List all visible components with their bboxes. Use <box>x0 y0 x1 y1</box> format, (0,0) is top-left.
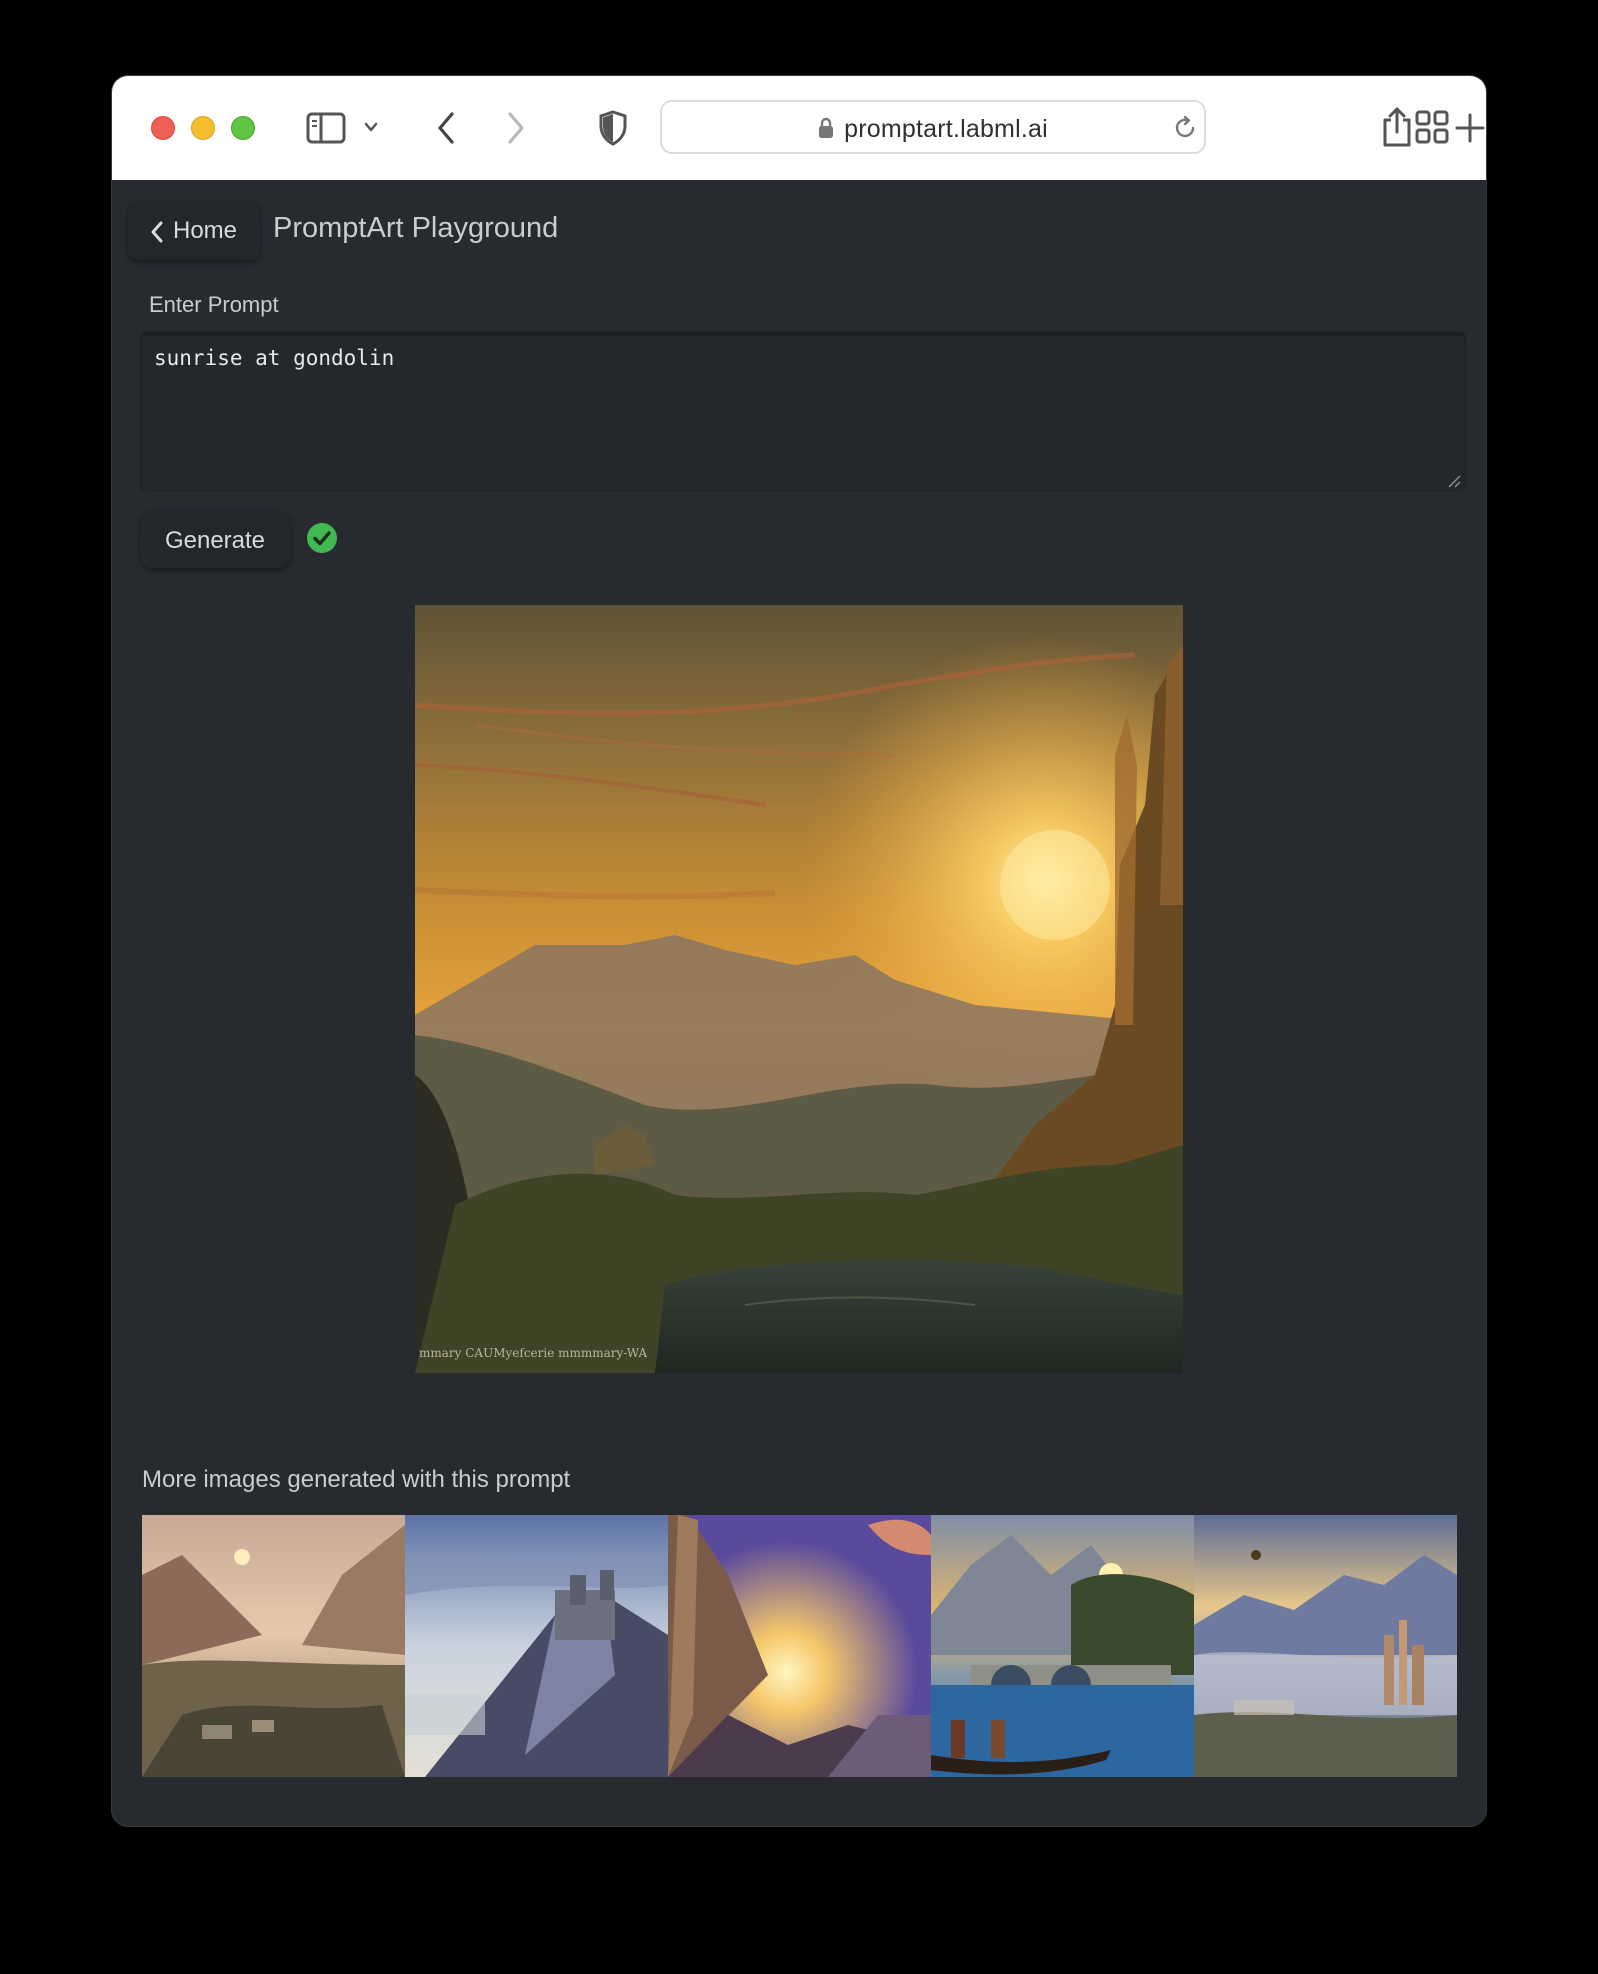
thumbnail-image-5[interactable] <box>1194 1515 1457 1777</box>
thumbnail-strip <box>142 1515 1457 1777</box>
chevron-left-icon <box>151 221 163 243</box>
thumbnail-image-4[interactable] <box>931 1515 1194 1777</box>
prompt-label: Enter Prompt <box>149 292 279 317</box>
thumbnail-image-2[interactable] <box>405 1515 668 1777</box>
more-images-label: More images generated with this prompt <box>142 1466 571 1493</box>
thumbnail-image-3[interactable] <box>668 1515 931 1777</box>
generate-button[interactable]: Generate <box>140 512 290 568</box>
success-check-icon <box>307 523 337 553</box>
thumbnail-image-1[interactable] <box>142 1515 405 1777</box>
page-title: PromptArt Playground <box>273 212 559 244</box>
resize-grip-icon[interactable] <box>1447 474 1461 488</box>
generated-image[interactable]: mmary CAUMyefcerie mmmmary-WA <box>415 605 1183 1373</box>
home-back-button[interactable]: Home <box>128 202 260 260</box>
prompt-input[interactable]: sunrise at gondolin <box>140 332 1466 492</box>
image-signature: mmary CAUMyefcerie mmmmary-WA <box>419 1346 647 1360</box>
home-label: Home <box>173 217 238 244</box>
page-content: Home PromptArt Playground Enter Prompt s… <box>112 76 1486 1826</box>
